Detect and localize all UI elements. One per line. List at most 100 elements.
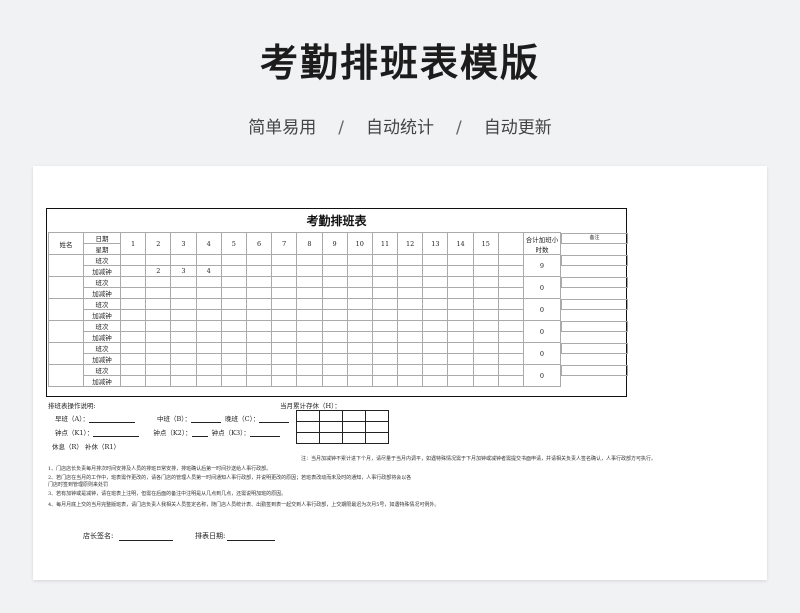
overtime-cell[interactable] (422, 287, 449, 299)
shift-cell[interactable] (397, 298, 424, 310)
overtime-cell[interactable] (170, 309, 197, 321)
k2-field[interactable] (191, 428, 208, 437)
overtime-cell[interactable] (296, 287, 323, 299)
overtime-cell[interactable] (346, 265, 373, 277)
shift-cell[interactable] (321, 364, 348, 376)
overtime-cell[interactable] (220, 375, 247, 387)
overtime-cell[interactable] (296, 265, 323, 277)
overtime-cell[interactable] (271, 375, 298, 387)
shift-cell[interactable] (346, 364, 373, 376)
overtime-cell[interactable] (472, 309, 499, 321)
shift-cell[interactable] (271, 254, 298, 266)
shift-cell[interactable] (472, 298, 499, 310)
shift-cell[interactable] (321, 298, 348, 310)
overtime-cell[interactable] (422, 353, 449, 365)
overtime-cell[interactable] (447, 353, 474, 365)
shift-cell[interactable] (195, 364, 222, 376)
overtime-cell[interactable] (321, 265, 348, 277)
overtime-cell[interactable] (296, 353, 323, 365)
overtime-cell[interactable] (397, 331, 424, 343)
shift-cell[interactable] (220, 320, 247, 332)
shift-cell[interactable] (195, 254, 222, 266)
shift-cell[interactable] (220, 298, 247, 310)
shift-cell[interactable] (472, 276, 499, 288)
overtime-cell[interactable] (220, 353, 247, 365)
shift-cell[interactable] (145, 320, 172, 332)
shift-cell[interactable] (346, 276, 373, 288)
overtime-cell[interactable] (245, 353, 273, 365)
shift-cell[interactable] (296, 254, 323, 266)
remark-cell[interactable] (561, 342, 628, 355)
overtime-cell[interactable] (497, 353, 525, 365)
shift-cell[interactable] (472, 364, 499, 376)
shift-cell[interactable] (497, 276, 525, 288)
shift-cell[interactable] (497, 298, 525, 310)
overtime-cell[interactable] (472, 375, 499, 387)
accum-cell[interactable] (319, 410, 343, 422)
shift-cell[interactable] (397, 276, 424, 288)
accum-cell[interactable] (296, 421, 320, 433)
shift-cell[interactable] (371, 276, 399, 288)
overtime-cell[interactable] (245, 265, 273, 277)
accum-cell[interactable] (365, 421, 389, 433)
employee-name[interactable] (48, 298, 84, 321)
shift-cell[interactable] (497, 254, 525, 266)
employee-name[interactable] (48, 276, 84, 299)
shift-cell[interactable] (472, 342, 499, 354)
overtime-cell[interactable] (119, 287, 147, 299)
accum-cell[interactable] (319, 421, 343, 433)
shift-cell[interactable] (195, 342, 222, 354)
overtime-cell[interactable] (119, 375, 147, 387)
overtime-cell[interactable] (195, 353, 222, 365)
shift-cell[interactable] (371, 364, 399, 376)
shift-cell[interactable] (145, 276, 172, 288)
shift-cell[interactable] (321, 320, 348, 332)
overtime-cell[interactable] (245, 309, 273, 321)
overtime-cell[interactable] (119, 265, 147, 277)
overtime-cell[interactable]: 3 (170, 265, 197, 277)
overtime-cell[interactable] (119, 331, 147, 343)
shift-cell[interactable] (397, 364, 424, 376)
shift-cell[interactable] (245, 364, 273, 376)
overtime-cell[interactable] (195, 287, 222, 299)
overtime-cell[interactable] (271, 265, 298, 277)
shift-cell[interactable] (271, 298, 298, 310)
manager-signature-field[interactable] (119, 532, 174, 541)
overtime-cell[interactable] (447, 331, 474, 343)
overtime-cell[interactable] (296, 331, 323, 343)
overtime-cell[interactable] (346, 353, 373, 365)
shift-cell[interactable] (195, 276, 222, 288)
overtime-cell[interactable] (119, 353, 147, 365)
shift-cell[interactable] (447, 254, 474, 266)
shift-cell[interactable] (170, 254, 197, 266)
overtime-cell[interactable] (422, 309, 449, 321)
shift-cell[interactable] (145, 342, 172, 354)
overtime-cell[interactable] (497, 331, 525, 343)
overtime-cell[interactable] (371, 265, 399, 277)
accum-cell[interactable] (296, 410, 320, 422)
night-field[interactable] (259, 414, 290, 423)
overtime-cell[interactable] (145, 353, 172, 365)
shift-cell[interactable] (296, 298, 323, 310)
shift-cell[interactable] (371, 254, 399, 266)
overtime-cell[interactable] (346, 287, 373, 299)
employee-name[interactable] (48, 364, 84, 387)
shift-cell[interactable] (170, 276, 197, 288)
overtime-cell[interactable] (170, 353, 197, 365)
overtime-cell[interactable]: 4 (195, 265, 222, 277)
overtime-cell[interactable] (220, 287, 247, 299)
shift-cell[interactable] (271, 320, 298, 332)
overtime-cell[interactable] (321, 353, 348, 365)
overtime-cell[interactable] (271, 309, 298, 321)
accum-cell[interactable] (365, 410, 389, 422)
overtime-cell[interactable] (397, 309, 424, 321)
overtime-cell[interactable] (397, 353, 424, 365)
overtime-cell[interactable] (422, 265, 449, 277)
employee-name[interactable] (48, 254, 84, 277)
shift-cell[interactable] (321, 342, 348, 354)
shift-cell[interactable] (447, 298, 474, 310)
shift-cell[interactable] (346, 320, 373, 332)
overtime-cell[interactable] (170, 331, 197, 343)
accum-cell[interactable] (342, 421, 366, 433)
overtime-cell[interactable] (397, 265, 424, 277)
